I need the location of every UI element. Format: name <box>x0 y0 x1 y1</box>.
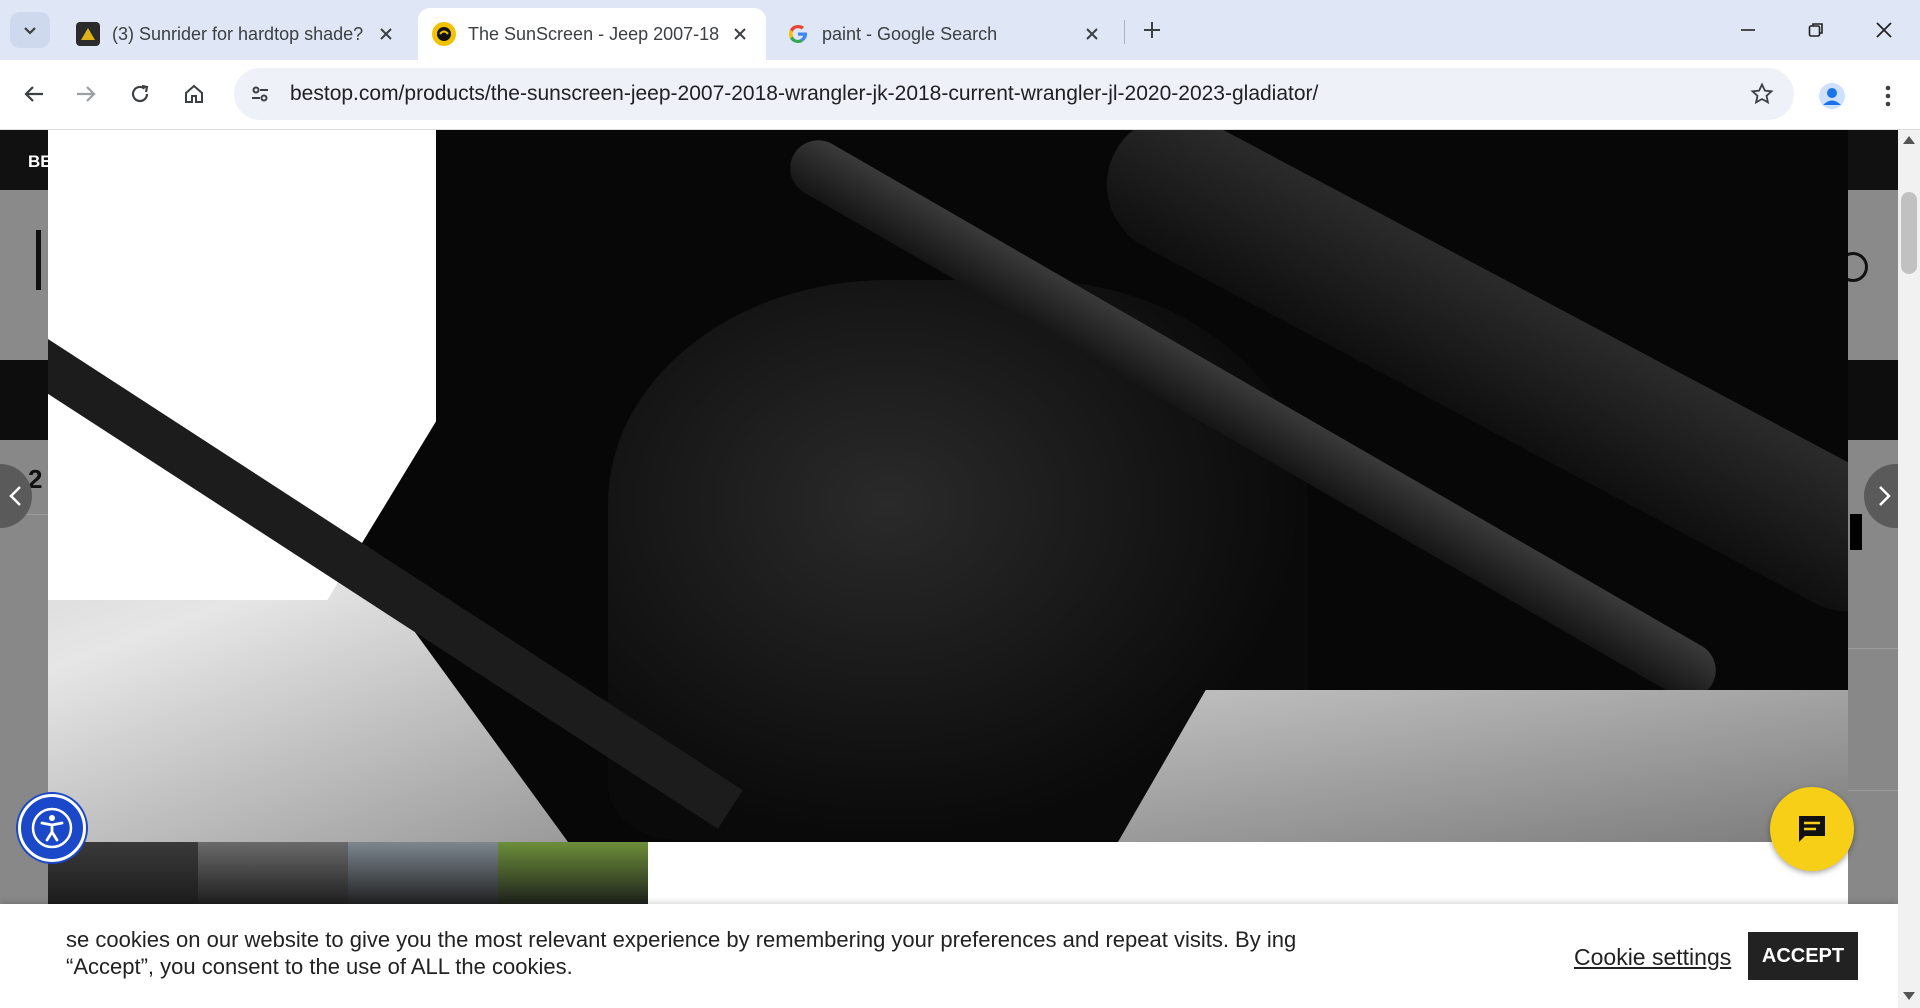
thumbnail-4[interactable] <box>498 842 648 908</box>
chevron-left-icon <box>9 486 21 506</box>
profile-button[interactable] <box>1812 76 1852 116</box>
google-favicon-icon <box>786 22 810 46</box>
tab-title: (3) Sunrider for hardtop shade? <box>112 23 364 44</box>
chevron-right-icon <box>1879 486 1891 506</box>
arrow-right-icon <box>77 86 96 102</box>
tab-google-search[interactable]: paint - Google Search <box>772 8 1118 60</box>
forward-button[interactable] <box>66 74 106 114</box>
dark-tab-fragment <box>1850 514 1862 550</box>
home-button[interactable] <box>174 74 214 114</box>
plus-icon <box>1144 22 1160 38</box>
thumbnail-2[interactable] <box>198 842 348 908</box>
close-tab-icon[interactable] <box>374 22 398 46</box>
close-icon <box>1876 22 1892 38</box>
restore-icon <box>1808 23 1823 37</box>
page-scrollbar[interactable] <box>1898 130 1920 1008</box>
new-tab-button[interactable] <box>1136 14 1168 46</box>
tab-sunrider[interactable]: (3) Sunrider for hardtop shade? <box>62 8 412 60</box>
tab-strip: (3) Sunrider for hardtop shade? The SunS… <box>0 0 1920 60</box>
cookie-banner: se cookies on our website to give you th… <box>0 904 1898 1008</box>
chat-button[interactable] <box>1770 787 1854 871</box>
scrollbar-thumb[interactable] <box>1901 192 1917 274</box>
background-white-area <box>48 130 436 600</box>
close-window-button[interactable] <box>1856 8 1912 52</box>
reload-button[interactable] <box>120 74 160 114</box>
divider-line <box>1848 648 1898 649</box>
divider-line <box>1848 790 1898 791</box>
close-tab-icon[interactable] <box>1080 22 1104 46</box>
star-icon <box>1750 82 1774 105</box>
product-image-lightbox[interactable] <box>48 130 1848 842</box>
minimize-button[interactable] <box>1720 8 1776 52</box>
more-vert-icon <box>1885 85 1891 107</box>
reload-icon <box>131 84 149 103</box>
site-info-button[interactable] <box>238 72 282 116</box>
restore-button[interactable] <box>1788 8 1844 52</box>
minimize-icon <box>1741 29 1755 31</box>
thumbnail-3[interactable] <box>348 842 498 908</box>
cookie-settings-link[interactable]: Cookie settings <box>1574 944 1731 971</box>
cargo-floor-shape <box>1090 690 1848 842</box>
chevron-down-icon <box>24 27 36 35</box>
browser-toolbar: bestop.com/products/the-sunscreen-jeep-2… <box>0 60 1920 130</box>
chat-icon <box>1799 816 1825 842</box>
back-button[interactable] <box>14 74 54 114</box>
tab-search-button[interactable] <box>10 12 50 48</box>
tune-icon <box>252 86 268 102</box>
home-icon <box>185 84 203 103</box>
url-text[interactable]: bestop.com/products/the-sunscreen-jeep-2… <box>290 82 1318 106</box>
accessibility-icon <box>31 807 73 849</box>
bestop-favicon-icon <box>432 22 456 46</box>
accept-cookies-button[interactable]: ACCEPT <box>1748 932 1858 980</box>
bookmark-button[interactable] <box>1744 76 1780 112</box>
forum-favicon-icon <box>76 22 100 46</box>
address-bar[interactable]: bestop.com/products/the-sunscreen-jeep-2… <box>234 68 1794 120</box>
tab-separator <box>1124 20 1125 44</box>
tab-title: paint - Google Search <box>822 23 998 44</box>
avatar-icon <box>1819 83 1845 109</box>
tab-sunscreen[interactable]: The SunScreen - Jeep 2007-18 Wrangler <box>418 8 766 60</box>
scroll-up-arrow-icon[interactable] <box>1903 136 1915 144</box>
tab-title: The SunScreen - Jeep 2007-18 Wrangler <box>468 23 720 44</box>
accessibility-button[interactable] <box>18 794 86 862</box>
scroll-down-arrow-icon[interactable] <box>1903 992 1915 1000</box>
page-viewport: BE 2 se cookies on our website to give y… <box>0 130 1898 1008</box>
close-tab-icon[interactable] <box>728 22 752 46</box>
browser-menu-button[interactable] <box>1868 76 1908 116</box>
arrow-left-icon <box>24 86 43 102</box>
cookie-message: se cookies on our website to give you th… <box>66 927 1297 979</box>
next-image-button[interactable] <box>1864 464 1898 528</box>
